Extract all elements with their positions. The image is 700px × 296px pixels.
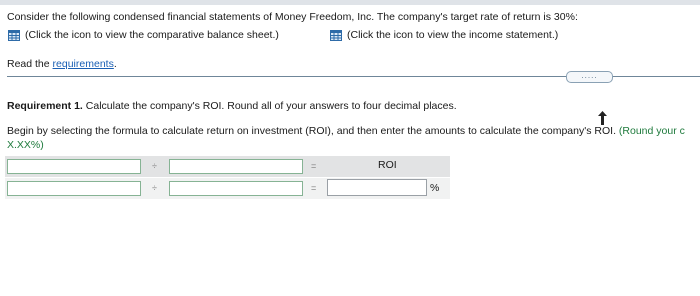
instruction-main: Begin by selecting the formula to calcul… <box>7 125 616 137</box>
numerator-amount-input[interactable] <box>7 181 141 196</box>
instruction-text: Begin by selecting the formula to calcul… <box>7 124 700 152</box>
top-bar <box>0 0 700 5</box>
requirements-link[interactable]: requirements <box>53 58 114 70</box>
divide-operator: ÷ <box>152 161 157 171</box>
requirement-number: Requirement 1. <box>7 100 83 112</box>
roi-result-input[interactable] <box>327 179 427 196</box>
rounding-hint: (Round your c <box>616 125 685 137</box>
requirement-text: Calculate the company's ROI. Round all o… <box>82 100 457 112</box>
income-statement-link-label: (Click the icon to view the income state… <box>347 29 559 41</box>
percent-sign: % <box>430 182 440 194</box>
equals-sign: = <box>311 161 317 171</box>
balance-sheet-link-label: (Click the icon to view the comparative … <box>25 29 279 41</box>
problem-intro: Consider the following condensed financi… <box>7 11 578 23</box>
rounding-hint-format: X.XX%) <box>7 139 44 151</box>
requirement-title: Requirement 1. Calculate the company's R… <box>7 100 457 112</box>
equals-sign: = <box>311 183 317 193</box>
formula-numerator-select[interactable] <box>7 159 141 174</box>
income-statement-link[interactable]: (Click the icon to view the income state… <box>330 29 558 41</box>
read-requirements: Read the requirements. <box>7 58 117 70</box>
table-icon[interactable] <box>330 29 342 41</box>
read-prefix: Read the <box>7 58 53 70</box>
expand-more-button[interactable]: ..... <box>566 71 613 83</box>
balance-sheet-link[interactable]: (Click the icon to view the comparative … <box>8 29 279 41</box>
mouse-cursor-icon <box>598 111 607 125</box>
roi-label: ROI <box>378 159 397 171</box>
formula-denominator-select[interactable] <box>169 159 303 174</box>
table-icon[interactable] <box>8 29 20 41</box>
denominator-amount-input[interactable] <box>169 181 303 196</box>
divide-operator: ÷ <box>152 183 157 193</box>
read-suffix: . <box>113 58 117 70</box>
